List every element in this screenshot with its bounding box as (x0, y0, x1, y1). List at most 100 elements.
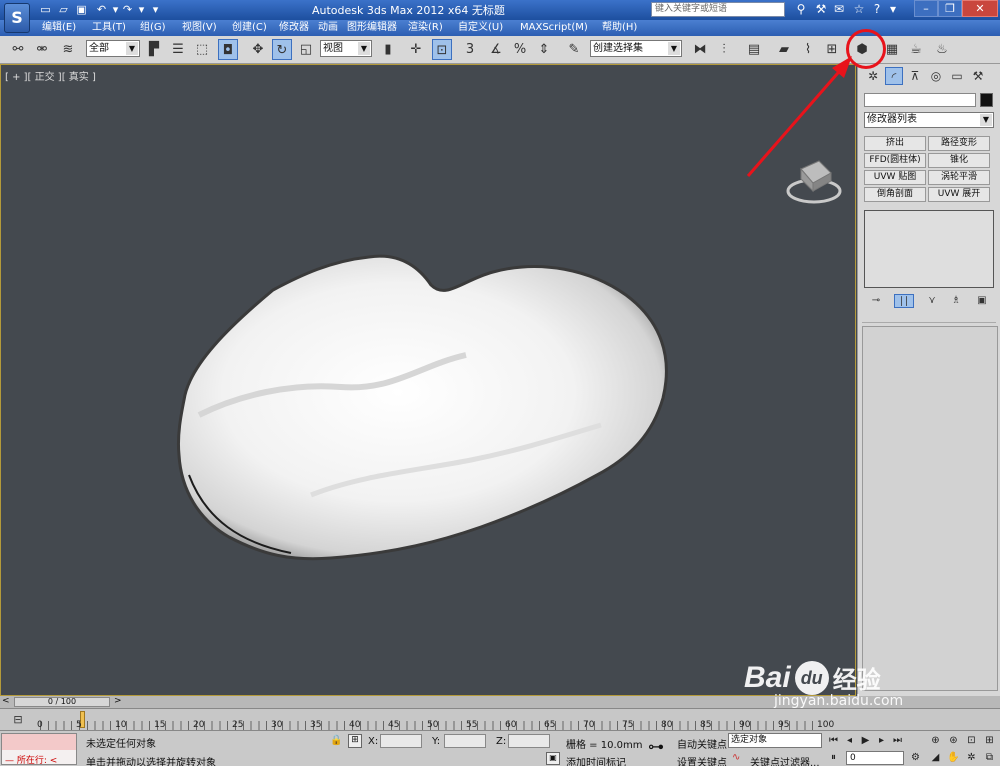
menu-maxscript[interactable]: MAXScript(M) (520, 20, 588, 36)
select-by-name-icon[interactable]: ☰ (168, 39, 188, 60)
select-and-move-icon[interactable]: ✥ (248, 39, 268, 60)
orbit-icon[interactable]: ✲ (964, 750, 979, 765)
modify-tab-icon[interactable]: ◜ (885, 67, 903, 85)
key-selection-set-dropdown[interactable]: 选定对象 (728, 733, 822, 748)
binoculars-icon[interactable]: ⚲ (792, 1, 810, 18)
undo-icon[interactable]: ↶ (94, 2, 109, 17)
redo-dropdown-icon[interactable]: ▾ (134, 2, 149, 17)
zoom-extents-icon[interactable]: ⊡ (964, 733, 979, 748)
menu-rendering[interactable]: 渲染(R) (408, 20, 443, 36)
angle-snap-icon[interactable]: ∡ (486, 39, 506, 60)
favorites-star-icon[interactable]: ☆ (850, 1, 868, 18)
create-tab-icon[interactable]: ✲ (864, 67, 882, 85)
quick-access-dropdown-icon[interactable]: ▾ (148, 2, 163, 17)
menu-customize[interactable]: 自定义(U) (458, 20, 503, 36)
subscription-icon[interactable]: ⚒ (812, 1, 830, 18)
redo-icon[interactable]: ↷ (120, 2, 135, 17)
absolute-mode-icon[interactable]: ⊞ (348, 734, 362, 748)
mini-curve-editor-icon[interactable]: ⊟ (8, 713, 28, 727)
modifier-button-bevel-profile[interactable]: 倒角剖面 (864, 187, 926, 202)
previous-frame-icon[interactable]: ◂ (842, 733, 857, 748)
y-coordinate-field[interactable] (444, 734, 486, 748)
save-icon[interactable]: ▣ (74, 2, 89, 17)
align-icon[interactable]: ⫶ (714, 39, 734, 60)
modifier-button-taper[interactable]: 锥化 (928, 153, 990, 168)
menu-modifiers[interactable]: 修改器 (279, 20, 309, 36)
menu-help[interactable]: 帮助(H) (602, 20, 637, 36)
menu-create[interactable]: 创建(C) (232, 20, 267, 36)
field-of-view-icon[interactable]: ◢ (928, 750, 943, 765)
percent-snap-icon[interactable]: % (510, 39, 530, 60)
bind-space-warp-icon[interactable]: ≋ (58, 39, 78, 60)
modifier-stack-view[interactable] (864, 210, 994, 288)
motion-tab-icon[interactable]: ◎ (927, 67, 945, 85)
modifier-button-extrude[interactable]: 挤出 (864, 136, 926, 151)
close-button[interactable]: ✕ (962, 0, 998, 17)
open-file-icon[interactable]: ▱ (56, 2, 71, 17)
time-configuration-icon[interactable]: ⚙ (908, 750, 923, 765)
unlink-icon[interactable]: ⚮ (32, 39, 52, 60)
object-color-swatch[interactable] (980, 93, 993, 107)
new-file-icon[interactable]: ▭ (38, 2, 53, 17)
zoom-extents-all-icon[interactable]: ⊞ (982, 733, 997, 748)
named-selection-dropdown[interactable]: 创建选择集 ▼ (590, 40, 682, 57)
pan-view-icon[interactable]: ✋ (946, 750, 961, 765)
restore-button[interactable]: ❐ (938, 0, 962, 17)
slider-left-arrow-icon[interactable]: < (2, 696, 10, 706)
select-and-link-icon[interactable]: ⚯ (8, 39, 28, 60)
maxscript-input[interactable] (2, 734, 76, 750)
perspective-viewport[interactable]: [ + ][ 正交 ][ 真实 ] (0, 64, 856, 750)
modifier-button-path-deform[interactable]: 路径变形 (928, 136, 990, 151)
make-unique-icon[interactable]: ⋎ (922, 294, 942, 308)
select-and-scale-icon[interactable]: ◱ (296, 39, 316, 60)
modifier-list-dropdown[interactable]: 修改器列表 ▼ (864, 112, 994, 128)
go-to-end-icon[interactable]: ⏭ (890, 733, 905, 748)
minimize-button[interactable]: – (914, 0, 938, 17)
frame-ruler[interactable]: 0 5 10 15 20 25 30 35 40 45 50 55 60 65 70 75 80 85 90 95 10… (37, 709, 834, 731)
configure-modifier-sets-icon[interactable]: ▣ (972, 294, 992, 308)
rock-mesh-object[interactable] (1, 65, 855, 695)
x-coordinate-field[interactable] (380, 734, 422, 748)
snaps-toggle-icon[interactable]: 3 (460, 39, 480, 60)
time-slider[interactable]: 0 / 100 (14, 697, 110, 707)
modifier-button-uvw-map[interactable]: UVW 贴图 (864, 170, 926, 185)
remove-modifier-icon[interactable]: ♗ (946, 294, 966, 308)
spinner-snap-icon[interactable]: ⇕ (534, 39, 554, 60)
render-production-icon[interactable]: ♨ (932, 39, 952, 60)
help-dropdown-icon[interactable]: ▾ (884, 1, 902, 18)
edit-named-selection-icon[interactable]: ✎ (564, 39, 584, 60)
z-coordinate-field[interactable] (508, 734, 550, 748)
modifier-button-unwrap-uvw[interactable]: UVW 展开 (928, 187, 990, 202)
keyboard-shortcut-override-icon[interactable]: ⊡ (432, 39, 452, 60)
modifier-button-turbosmooth[interactable]: 涡轮平滑 (928, 170, 990, 185)
utilities-tab-icon[interactable]: ⚒ (969, 67, 987, 85)
current-frame-field[interactable]: 0 (846, 751, 904, 765)
application-logo-icon[interactable]: S (4, 3, 30, 33)
selection-filter-dropdown[interactable]: 全部 ▼ (86, 40, 140, 57)
maximize-viewport-icon[interactable]: ⧉ (982, 750, 997, 765)
menu-graph-editors[interactable]: 图形编辑器 (347, 20, 397, 36)
rectangular-selection-icon[interactable]: ⬚ (192, 39, 212, 60)
zoom-all-icon[interactable]: ⊛ (946, 733, 961, 748)
zoom-icon[interactable]: ⊕ (928, 733, 943, 748)
rendered-frame-window-icon[interactable]: ☕ (906, 39, 926, 60)
maxscript-listener[interactable]: — 所在行: < (1, 733, 77, 766)
show-end-result-icon[interactable]: ∣∣ (894, 294, 914, 308)
next-frame-icon[interactable]: ▸ (874, 733, 889, 748)
menu-edit[interactable]: 编辑(E) (42, 20, 76, 36)
track-bar[interactable]: ⊟ 0 5 10 15 20 25 30 35 40 45 50 55 60 65 70 75 80 85 90 95… (0, 708, 1000, 731)
use-pivot-center-icon[interactable]: ▮ (378, 39, 398, 60)
add-time-tag-button[interactable]: 添加时间标记 (566, 754, 626, 766)
menu-animation[interactable]: 动画 (318, 20, 338, 36)
play-icon[interactable]: ▶ (858, 733, 873, 748)
modifier-button-ffd-cylinder[interactable]: FFD(圆柱体) (864, 153, 926, 168)
time-tag-icon[interactable]: ▣ (546, 752, 560, 765)
hierarchy-tab-icon[interactable]: ⊼ (906, 67, 924, 85)
pin-stack-icon[interactable]: ⊸ (866, 294, 886, 308)
key-filters-button[interactable]: 关键点过滤器... (750, 754, 820, 766)
set-key-icon[interactable]: ⊶ (648, 737, 664, 756)
menu-tools[interactable]: 工具(T) (92, 20, 126, 36)
menu-views[interactable]: 视图(V) (182, 20, 217, 36)
object-name-field[interactable] (864, 93, 976, 107)
menu-group[interactable]: 组(G) (140, 20, 166, 36)
